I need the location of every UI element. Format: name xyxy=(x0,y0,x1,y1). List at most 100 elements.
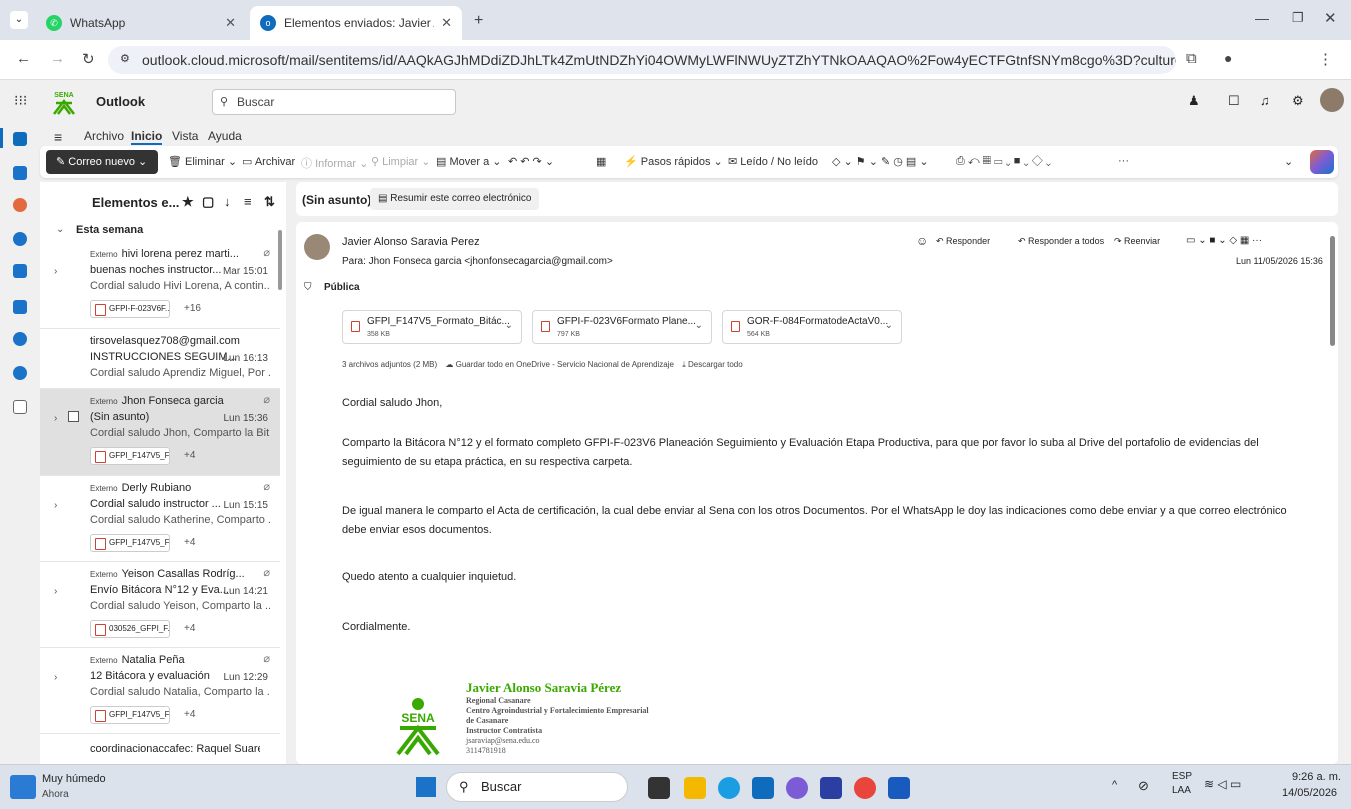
app-launcher-icon[interactable]: ⁝⁝⁝ xyxy=(14,92,27,109)
back-icon[interactable]: ← xyxy=(16,50,31,67)
word-taskbar-icon[interactable] xyxy=(888,777,910,799)
file-attachment[interactable]: GOR-F-084FormatodeActaV0... 564 KB ⌄ xyxy=(722,310,902,344)
start-icon[interactable] xyxy=(416,777,436,797)
star-icon[interactable]: ★ xyxy=(182,194,194,210)
reply-all-button[interactable]: ↶ Responder a todos xyxy=(1018,236,1104,247)
report-button[interactable]: ⓘ Informar ⌄ xyxy=(301,155,368,171)
reading-scrollbar[interactable] xyxy=(1330,236,1335,346)
archive-button[interactable]: ▭ Archivar xyxy=(242,155,295,168)
site-info-icon[interactable]: ⚙ xyxy=(120,52,130,65)
reply-button[interactable]: ↶ Responder xyxy=(936,236,990,247)
store-icon[interactable] xyxy=(752,777,774,799)
expand-ribbon-icon[interactable]: ⌄ xyxy=(1284,155,1293,168)
url-field[interactable]: ⚙ outlook.cloud.microsoft/mail/sentitems… xyxy=(108,46,1176,74)
expand-icon[interactable]: › xyxy=(54,266,57,277)
gear-icon[interactable]: ⚙ xyxy=(1292,93,1304,109)
signature-email[interactable]: jsaraviap@sena.edu.co xyxy=(466,736,649,746)
tab-search-icon[interactable]: ⌄ xyxy=(10,11,28,29)
expand-icon[interactable]: › xyxy=(54,413,57,424)
list-item[interactable]: tirsovelasquez708@gmail.com INSTRUCCIONE… xyxy=(40,329,280,389)
taskbar-search[interactable]: ⚲ Buscar xyxy=(446,772,628,802)
sender-name[interactable]: Javier Alonso Saravia Perez xyxy=(342,236,480,248)
hamburger-icon[interactable]: ≡ xyxy=(54,129,62,145)
sort-icon[interactable]: ⇅ xyxy=(264,194,275,210)
keyboard-layout[interactable]: LAA xyxy=(1172,785,1191,796)
copilot-button[interactable] xyxy=(1310,150,1334,174)
clock-time[interactable]: 9:26 a. m. xyxy=(1292,771,1341,783)
copilot-taskbar-icon[interactable] xyxy=(786,777,808,799)
new-mail-button[interactable]: ✎ Correo nuevo ⌄ xyxy=(46,150,158,174)
emoji-icon[interactable]: ☺ xyxy=(916,234,928,248)
tab-inicio[interactable]: Inicio xyxy=(131,129,163,145)
weather-text[interactable]: Muy húmedo xyxy=(42,773,106,785)
clock-date[interactable]: 14/05/2026 xyxy=(1282,787,1337,799)
notes-icon[interactable]: ☐ xyxy=(1228,93,1240,109)
print-icon[interactable]: ⎙ ↶ ▦ ▭ ⌄ ■ ⌄ ◇ ⌄ xyxy=(956,155,1051,168)
attachment-chip[interactable]: GFPI_F147V5_F... xyxy=(90,447,170,465)
file-explorer-icon[interactable] xyxy=(684,777,706,799)
mail-icon[interactable] xyxy=(13,132,27,146)
org-icon[interactable] xyxy=(13,332,27,346)
avatar[interactable] xyxy=(1320,88,1344,112)
list-item[interactable]: › ⌀ Externo Derly Rubiano Cordial saludo … xyxy=(40,476,280,562)
extensions-icon[interactable]: ⧉ xyxy=(1186,50,1197,67)
clean-button[interactable]: ⚲ Limpiar ⌄ xyxy=(371,155,430,168)
wifi-icon[interactable]: ≋ ◁ ▭ xyxy=(1204,777,1241,791)
chevron-down-icon[interactable]: ⌄ xyxy=(505,320,513,331)
profile-icon[interactable]: ● xyxy=(1224,50,1232,66)
restore-icon[interactable]: ❐ xyxy=(1292,10,1304,26)
list-item[interactable]: › ⌀ Externo Natalia Peña 12 Bitácora y ev… xyxy=(40,648,280,734)
weather-icon[interactable] xyxy=(10,775,36,799)
attachment-chip[interactable]: GFPI-F-023V6F... xyxy=(90,300,170,318)
select-icon[interactable]: ▢ xyxy=(202,194,214,210)
chevron-down-icon[interactable]: ⌄ xyxy=(695,320,703,331)
onedrive-icon[interactable] xyxy=(13,366,27,380)
menu-icon[interactable]: ⋮ xyxy=(1318,50,1333,68)
attachment-chip[interactable]: 030526_GFPI_F... xyxy=(90,620,170,638)
sender-avatar[interactable] xyxy=(304,234,330,260)
location-icon[interactable]: ⊘ xyxy=(1138,778,1149,794)
filter-icon[interactable]: ≡ xyxy=(244,194,252,209)
more-apps-icon[interactable] xyxy=(13,400,27,414)
language[interactable]: ESP xyxy=(1172,771,1192,782)
list-item[interactable]: coordinacionaccafec: Raquel Suare... xyxy=(40,734,280,764)
minimize-icon[interactable]: — xyxy=(1255,10,1269,26)
calendar-icon[interactable] xyxy=(13,166,27,180)
list-item[interactable]: › ⌀ Externo Jhon Fonseca garcia (Sin asun… xyxy=(40,389,280,476)
delete-button[interactable]: 🗑 Eliminar ⌄ xyxy=(168,155,237,168)
file-attachment[interactable]: GFPI_F147V5_Formato_Bitác... 358 KB ⌄ xyxy=(342,310,522,344)
file-attachment[interactable]: GFPI-F-023V6Formato Plane... 797 KB ⌄ xyxy=(532,310,712,344)
forward-button[interactable]: ↷ Reenviar xyxy=(1114,236,1160,247)
forward-icon[interactable]: → xyxy=(50,50,65,67)
teams-icon[interactable]: ♟ xyxy=(1188,93,1200,109)
tag-icon[interactable]: ◇ ⌄ ⚑ ⌄ ✎ ◷ ▤ ⌄ xyxy=(832,155,929,168)
search-input[interactable]: ⚲ Buscar xyxy=(212,89,456,115)
chrome-icon[interactable] xyxy=(854,777,876,799)
bell-icon[interactable]: ♫ xyxy=(1260,93,1270,108)
collapse-group-icon[interactable]: ⌄ xyxy=(56,224,64,235)
expand-icon[interactable]: › xyxy=(54,672,57,683)
todo-icon[interactable] xyxy=(13,264,27,278)
attachment-chip[interactable]: GFPI_F147V5_F... xyxy=(90,706,170,724)
attachment-chip[interactable]: GFPI_F147V5_F... xyxy=(90,534,170,552)
select-checkbox[interactable] xyxy=(68,411,79,422)
tab-archivo[interactable]: Archivo xyxy=(84,129,124,143)
reload-icon[interactable]: ↻ xyxy=(82,50,95,68)
close-window-icon[interactable]: ✕ xyxy=(1324,9,1337,27)
list-item[interactable]: › ⌀ Externo Yeison Casallas Rodríg... Env… xyxy=(40,562,280,648)
close-tab-icon[interactable]: ✕ xyxy=(441,15,452,31)
expand-icon[interactable]: › xyxy=(54,586,57,597)
quick-steps-button[interactable]: ⚡ Pasos rápidos ⌄ xyxy=(624,155,723,168)
read-unread-button[interactable]: ✉ Leído / No leído xyxy=(728,155,818,168)
tab-whatsapp[interactable]: ✆ WhatsApp ✕ xyxy=(36,6,246,40)
close-tab-icon[interactable]: ✕ xyxy=(225,15,236,31)
move-button[interactable]: ▤ Mover a ⌄ xyxy=(436,155,501,168)
list-item[interactable]: › ⌀ Externo hivi lorena perez marti... bu… xyxy=(40,242,280,329)
tray-chevron-icon[interactable]: ^ xyxy=(1112,779,1117,791)
tab-outlook[interactable]: o Elementos enviados: Javier Alon ✕ xyxy=(250,6,462,40)
new-tab-icon[interactable]: + xyxy=(474,12,483,30)
copilot-icon[interactable] xyxy=(13,198,27,212)
chevron-down-icon[interactable]: ⌄ xyxy=(885,320,893,331)
word-icon[interactable] xyxy=(13,300,27,314)
jump-icon[interactable]: ↓ xyxy=(224,194,231,209)
